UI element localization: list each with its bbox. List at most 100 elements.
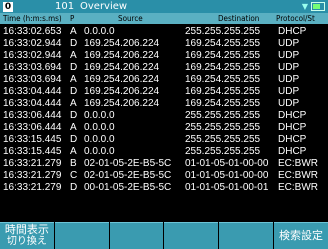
function-key-6[interactable]: 検索設定 (274, 222, 328, 249)
function-key-2[interactable] (54, 222, 109, 249)
cell-p: D (70, 134, 78, 145)
cell-time: 16:33:04.444 (3, 98, 62, 109)
battery-icon (311, 2, 325, 11)
cell-destination: 255.255.255.255 (185, 146, 261, 157)
cell-source: 169.254.206.224 (84, 50, 160, 61)
table-row[interactable]: 16:33:15.445 A 0.0.0.0 255.255.255.255 DHCP (0, 146, 328, 158)
cell-p: B (70, 158, 77, 169)
cell-protocol: DHCP (278, 26, 307, 37)
packet-list[interactable]: 16:33:02.653 A 0.0.0.0 255.255.255.255 DHCP 1… (0, 26, 328, 194)
function-key-4[interactable] (164, 222, 219, 249)
cell-source: 169.254.206.224 (84, 62, 160, 73)
header-destination[interactable]: Destination (218, 13, 259, 24)
cell-time: 16:33:06.444 (3, 122, 62, 133)
cell-time: 16:33:03.694 (3, 62, 62, 73)
cell-source: 0.0.0.0 (84, 134, 115, 145)
table-row[interactable]: 16:33:03.694 A 169.254.206.224 169.254.255.… (0, 74, 328, 86)
cell-destination: 169.254.255.255 (185, 74, 261, 85)
cell-p: D (70, 182, 78, 193)
function-key-bar: 時間表示 切り換え 検索設定 (0, 222, 328, 249)
cell-source: 169.254.206.224 (84, 98, 160, 109)
header-protocol[interactable]: Protocol/St (276, 13, 315, 24)
cell-p: A (70, 74, 77, 85)
table-row[interactable]: 16:33:04.444 A 169.254.206.224 169.254.255.… (0, 98, 328, 110)
cell-source: 169.254.206.224 (84, 38, 160, 49)
cell-destination: 01-01-05-01-00-00 (185, 158, 269, 169)
cell-protocol: UDP (278, 86, 300, 97)
table-row[interactable]: 16:33:06.444 A 0.0.0.0 255.255.255.255 DHCP (0, 122, 328, 134)
cell-protocol: EC:BWR (278, 158, 318, 169)
cell-source: 0.0.0.0 (84, 146, 115, 157)
header-time[interactable]: Time (h:m:s.ms) (3, 13, 62, 24)
cell-time: 16:33:02.944 (3, 38, 62, 49)
channel-badge: 0 (3, 1, 13, 12)
cell-source: 02-01-05-2E-B5-5C (84, 170, 172, 181)
cell-protocol: EC:BWR (278, 170, 318, 181)
cell-source: 0.0.0.0 (84, 26, 115, 37)
cell-p: D (70, 62, 78, 73)
table-row[interactable]: 16:33:06.444 D 0.0.0.0 255.255.255.255 DHCP (0, 110, 328, 122)
cell-protocol: UDP (278, 50, 300, 61)
cell-protocol: DHCP (278, 110, 307, 121)
cell-destination: 169.254.255.255 (185, 38, 261, 49)
table-row[interactable]: 16:33:02.653 A 0.0.0.0 255.255.255.255 DHCP (0, 26, 328, 38)
function-key-label: 時間表示 (4, 223, 49, 236)
cell-time: 16:33:21.279 (3, 158, 62, 169)
cell-p: C (70, 170, 78, 181)
cell-destination: 255.255.255.255 (185, 122, 261, 133)
table-row[interactable]: 16:33:21.279 D 00-01-05-2E-B5-5C 01-01-05-0… (0, 182, 328, 194)
cell-destination: 169.254.255.255 (185, 62, 261, 73)
cell-protocol: EC:BWR (278, 182, 318, 193)
cell-destination: 255.255.255.255 (185, 26, 261, 37)
function-key-3[interactable] (109, 222, 164, 249)
screen-title: Overview (80, 1, 128, 12)
cell-source: 0.0.0.0 (84, 122, 115, 133)
cell-destination: 01-01-05-01-00-00 (185, 170, 269, 181)
function-key-label: 検索設定 (279, 229, 324, 242)
cell-p: D (70, 38, 78, 49)
cell-protocol: DHCP (278, 146, 307, 157)
cell-p: D (70, 110, 78, 121)
column-header: Time (h:m:s.ms) P Source Destination Pro… (0, 13, 328, 24)
cell-protocol: UDP (278, 38, 300, 49)
table-row[interactable]: 16:33:02.944 A 169.254.206.224 169.254.255.… (0, 50, 328, 62)
function-key-1[interactable]: 時間表示 切り換え (0, 222, 54, 249)
cell-source: 0.0.0.0 (84, 110, 115, 121)
cell-p: A (70, 98, 77, 109)
cell-destination: 01-01-05-01-00-01 (185, 182, 269, 193)
cell-p: A (70, 26, 77, 37)
table-row[interactable]: 16:33:02.944 D 169.254.206.224 169.254.255.… (0, 38, 328, 50)
function-key-label-line2: 切り換え (6, 236, 47, 247)
table-row[interactable]: 16:33:04.444 D 169.254.206.224 169.254.255.… (0, 86, 328, 98)
cell-time: 16:33:02.944 (3, 50, 62, 61)
cell-destination: 169.254.255.255 (185, 86, 261, 97)
cell-p: D (70, 86, 78, 97)
title-bar: 0 101 Overview ▼ (0, 0, 328, 13)
cell-p: A (70, 146, 77, 157)
cell-time: 16:33:15.445 (3, 146, 62, 157)
cell-protocol: UDP (278, 98, 300, 109)
cell-protocol: UDP (278, 74, 300, 85)
cell-protocol: DHCP (278, 134, 307, 145)
cell-destination: 255.255.255.255 (185, 110, 261, 121)
cell-time: 16:33:06.444 (3, 110, 62, 121)
cell-source: 00-01-05-2E-B5-5C (84, 182, 172, 193)
cell-source: 02-01-05-2E-B5-5C (84, 158, 172, 169)
cell-time: 16:33:15.445 (3, 134, 62, 145)
cell-source: 169.254.206.224 (84, 74, 160, 85)
table-row[interactable]: 16:33:03.694 D 169.254.206.224 169.254.255.… (0, 62, 328, 74)
function-key-5[interactable] (219, 222, 274, 249)
header-p[interactable]: P (70, 13, 74, 24)
header-source[interactable]: Source (118, 13, 143, 24)
table-row[interactable]: 16:33:21.279 C 02-01-05-2E-B5-5C 01-01-05-0… (0, 170, 328, 182)
cell-protocol: DHCP (278, 122, 307, 133)
cell-destination: 255.255.255.255 (185, 134, 261, 145)
cell-time: 16:33:21.279 (3, 170, 62, 181)
status-icons: ▼ (302, 2, 325, 11)
cell-p: A (70, 50, 77, 61)
screen-number: 101 (55, 1, 75, 12)
table-row[interactable]: 16:33:21.279 B 02-01-05-2E-B5-5C 01-01-05-0… (0, 158, 328, 170)
cell-time: 16:33:21.279 (3, 182, 62, 193)
table-row[interactable]: 16:33:15.445 D 0.0.0.0 255.255.255.255 DHCP (0, 134, 328, 146)
cell-p: A (70, 122, 77, 133)
